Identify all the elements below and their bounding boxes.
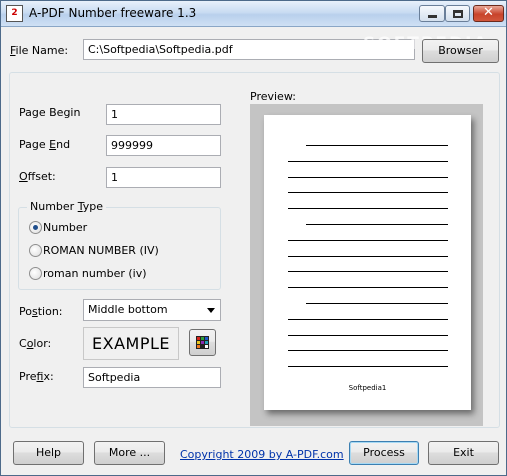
radio-button[interactable] xyxy=(29,221,42,234)
preview-text-line xyxy=(306,303,448,304)
page-begin-label: Page Begin xyxy=(19,106,81,119)
window-title: A-PDF Number freeware 1.3 xyxy=(29,6,197,20)
offset-input[interactable]: 1 xyxy=(106,167,221,188)
palette-swatch xyxy=(197,341,200,344)
palette-swatch xyxy=(197,337,200,340)
preview-page-number: Softpedia1 xyxy=(348,384,387,392)
preview-text-line xyxy=(306,145,448,146)
maximize-button[interactable] xyxy=(445,5,470,22)
copyright-link[interactable]: Copyright 2009 by A-PDF.com xyxy=(180,448,344,461)
help-button[interactable]: Help xyxy=(13,441,84,465)
position-select[interactable]: Middle bottom xyxy=(83,299,221,321)
radio-label: roman number (iv) xyxy=(43,267,147,280)
position-select-value: Middle bottom xyxy=(88,303,168,316)
preview-text-line xyxy=(288,177,448,178)
more-button[interactable]: More ... xyxy=(94,441,165,465)
color-picker-button[interactable] xyxy=(189,329,216,356)
preview-text-line xyxy=(306,224,448,225)
exit-button[interactable]: Exit xyxy=(428,441,499,465)
palette-swatch xyxy=(201,337,204,340)
minimize-icon xyxy=(428,15,437,18)
radio-label: Number xyxy=(43,221,88,234)
palette-swatch xyxy=(205,337,208,340)
offset-label: Offset: xyxy=(19,170,56,183)
preview-text-line xyxy=(288,319,448,320)
maximize-icon xyxy=(453,10,463,18)
color-example: EXAMPLE xyxy=(83,327,179,360)
position-label: Postion: xyxy=(19,305,63,318)
preview-text-line xyxy=(288,192,448,193)
page-end-input[interactable]: 999999 xyxy=(106,135,221,156)
process-button[interactable]: Process xyxy=(349,441,419,465)
palette-swatch xyxy=(205,345,208,348)
prefix-label: Prefix: xyxy=(19,370,54,383)
palette-icon xyxy=(196,336,209,349)
preview-page: Softpedia1 xyxy=(264,115,471,410)
page-end-label: Page End xyxy=(19,138,71,151)
app-window: 2 A-PDF Number freeware 1.3 ✕ File Name:… xyxy=(0,0,507,476)
title-bar[interactable]: 2 A-PDF Number freeware 1.3 ✕ xyxy=(1,1,506,27)
preview-text-line xyxy=(288,271,448,272)
file-name-label: File Name: xyxy=(10,44,69,57)
preview-text-line xyxy=(288,161,448,162)
preview-label: Preview: xyxy=(250,90,296,103)
palette-swatch xyxy=(205,341,208,344)
page-begin-input[interactable]: 1 xyxy=(106,104,221,125)
palette-swatch xyxy=(197,345,200,348)
number-type-title: Number Type xyxy=(27,200,106,213)
preview-text-line xyxy=(288,208,448,209)
radio-button[interactable] xyxy=(29,267,42,280)
radio-button[interactable] xyxy=(29,244,42,257)
palette-swatch xyxy=(201,341,204,344)
app-icon: 2 xyxy=(6,5,23,22)
close-button[interactable]: ✕ xyxy=(473,5,504,22)
radio-label: ROMAN NUMBER (IV) xyxy=(43,244,159,257)
color-label: Color: xyxy=(19,337,52,350)
preview-text-line xyxy=(288,287,448,288)
preview-text-line xyxy=(288,256,448,257)
preview-text-line xyxy=(288,335,448,336)
preview-text-line xyxy=(288,350,448,351)
palette-swatch xyxy=(201,345,204,348)
browse-button[interactable]: Browser xyxy=(422,39,499,63)
minimize-button[interactable] xyxy=(419,5,445,22)
chevron-down-icon xyxy=(207,308,215,313)
prefix-input[interactable]: Softpedia xyxy=(83,367,221,388)
preview-text-line xyxy=(288,240,448,241)
preview-text-line xyxy=(288,366,448,367)
close-icon: ✕ xyxy=(483,5,494,20)
